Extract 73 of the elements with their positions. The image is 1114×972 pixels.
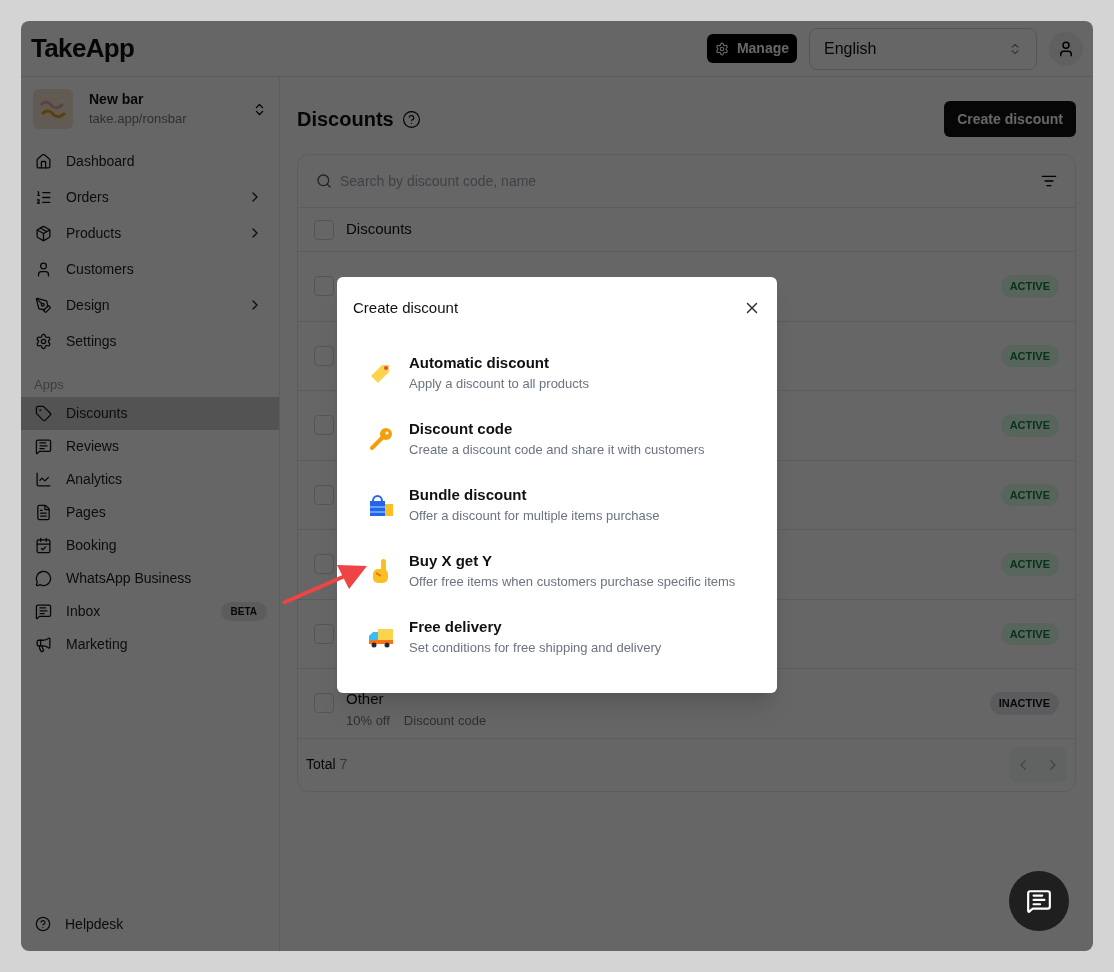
- discount-option[interactable]: Free delivery Set conditions for free shipping and delivery: [353, 603, 761, 670]
- page-title: Discounts: [297, 107, 394, 132]
- calendar-icon: [35, 536, 52, 554]
- discount-option[interactable]: Automatic discount Apply a discount to all products: [353, 339, 761, 406]
- total-label: Total: [306, 755, 336, 774]
- chat-icon: [35, 602, 52, 620]
- settings-icon: [714, 41, 729, 56]
- option-description: Offer free items when customers purchase specific items: [409, 573, 737, 589]
- sidebar-item[interactable]: Products: [21, 215, 279, 251]
- sidebar-item[interactable]: Analytics: [21, 462, 279, 496]
- option-description: Create a discount code and share it with customers: [409, 441, 706, 457]
- profile-button[interactable]: [1049, 31, 1083, 66]
- filter-icon: [1041, 173, 1057, 189]
- status-badge: ACTIVE: [1000, 553, 1059, 576]
- settings-icon: [35, 332, 52, 350]
- status-badge: ACTIVE: [1000, 275, 1059, 298]
- option-title: Automatic discount: [409, 354, 550, 373]
- sidebar-item[interactable]: Reviews: [21, 429, 279, 463]
- pen-icon: [35, 296, 52, 314]
- chat-button[interactable]: [1009, 871, 1069, 931]
- manage-button[interactable]: Manage: [706, 34, 797, 63]
- sidebar-item[interactable]: Customers: [21, 251, 279, 287]
- sidebar-item[interactable]: Inbox BETA: [21, 594, 279, 628]
- dialog-title: Create discount: [353, 298, 459, 318]
- beta-badge: BETA: [220, 601, 267, 621]
- sidebar-item[interactable]: Design: [21, 287, 279, 323]
- status-badge: ACTIVE: [1000, 344, 1059, 367]
- option-description: Set conditions for free shipping and delivery: [409, 639, 663, 655]
- option-title: Discount code: [409, 420, 514, 439]
- help-icon: [35, 916, 51, 932]
- chat-icon: [1026, 888, 1052, 914]
- person-icon: [1057, 39, 1075, 58]
- document-icon: [35, 503, 52, 521]
- helpdesk-link[interactable]: Helpdesk: [21, 907, 279, 941]
- store-name: New bar: [89, 90, 145, 109]
- sidebar-item[interactable]: Marketing: [21, 627, 279, 661]
- status-badge: ACTIVE: [1000, 483, 1059, 506]
- discount-option[interactable]: Buy X get Y Offer free items when customers purchase specific items: [353, 537, 761, 604]
- language-select[interactable]: English: [809, 27, 1037, 70]
- option-title: Bundle discount: [409, 486, 528, 505]
- home-icon: [35, 152, 52, 170]
- option-description: Offer a discount for multiple items purchase: [409, 507, 661, 523]
- discount-option[interactable]: Bundle discount Offer a discount for multiple items purchase: [353, 471, 761, 538]
- person-icon: [35, 260, 52, 278]
- status-badge: ACTIVE: [1000, 414, 1059, 437]
- discount-name: Other: [346, 690, 385, 709]
- sidebar-item[interactable]: Dashboard: [21, 143, 279, 179]
- chat-icon: [35, 437, 52, 455]
- up-down-icon: [1008, 41, 1022, 56]
- create-discount-button[interactable]: Create discount: [944, 101, 1076, 137]
- sidebar-item[interactable]: Booking: [21, 528, 279, 562]
- tag-icon: [35, 404, 52, 422]
- option-description: Apply a discount to all products: [409, 375, 590, 391]
- list-icon: [35, 188, 52, 206]
- sidebar-item[interactable]: WhatsApp Business: [21, 561, 279, 595]
- chat-bubble-icon: [35, 569, 52, 587]
- store-logo: [33, 89, 73, 129]
- discount-option[interactable]: Discount code Create a discount code and share it with customers: [353, 405, 761, 472]
- status-badge: ACTIVE: [1000, 622, 1059, 645]
- sidebar-item[interactable]: Settings: [21, 323, 279, 359]
- help-icon: [401, 109, 421, 129]
- box-icon: [35, 224, 52, 242]
- status-badge: INACTIVE: [989, 692, 1059, 715]
- sidebar-item[interactable]: Pages: [21, 495, 279, 529]
- chart-icon: [35, 470, 52, 488]
- sidebar-item[interactable]: Orders: [21, 179, 279, 215]
- option-title: Free delivery: [409, 618, 503, 637]
- megaphone-icon: [35, 635, 52, 653]
- search-icon: [316, 173, 332, 189]
- app-logo: TakeApp: [31, 32, 135, 65]
- option-title: Buy X get Y: [409, 552, 494, 571]
- column-header: Discounts: [346, 219, 412, 240]
- sidebar-item[interactable]: Discounts: [21, 396, 279, 430]
